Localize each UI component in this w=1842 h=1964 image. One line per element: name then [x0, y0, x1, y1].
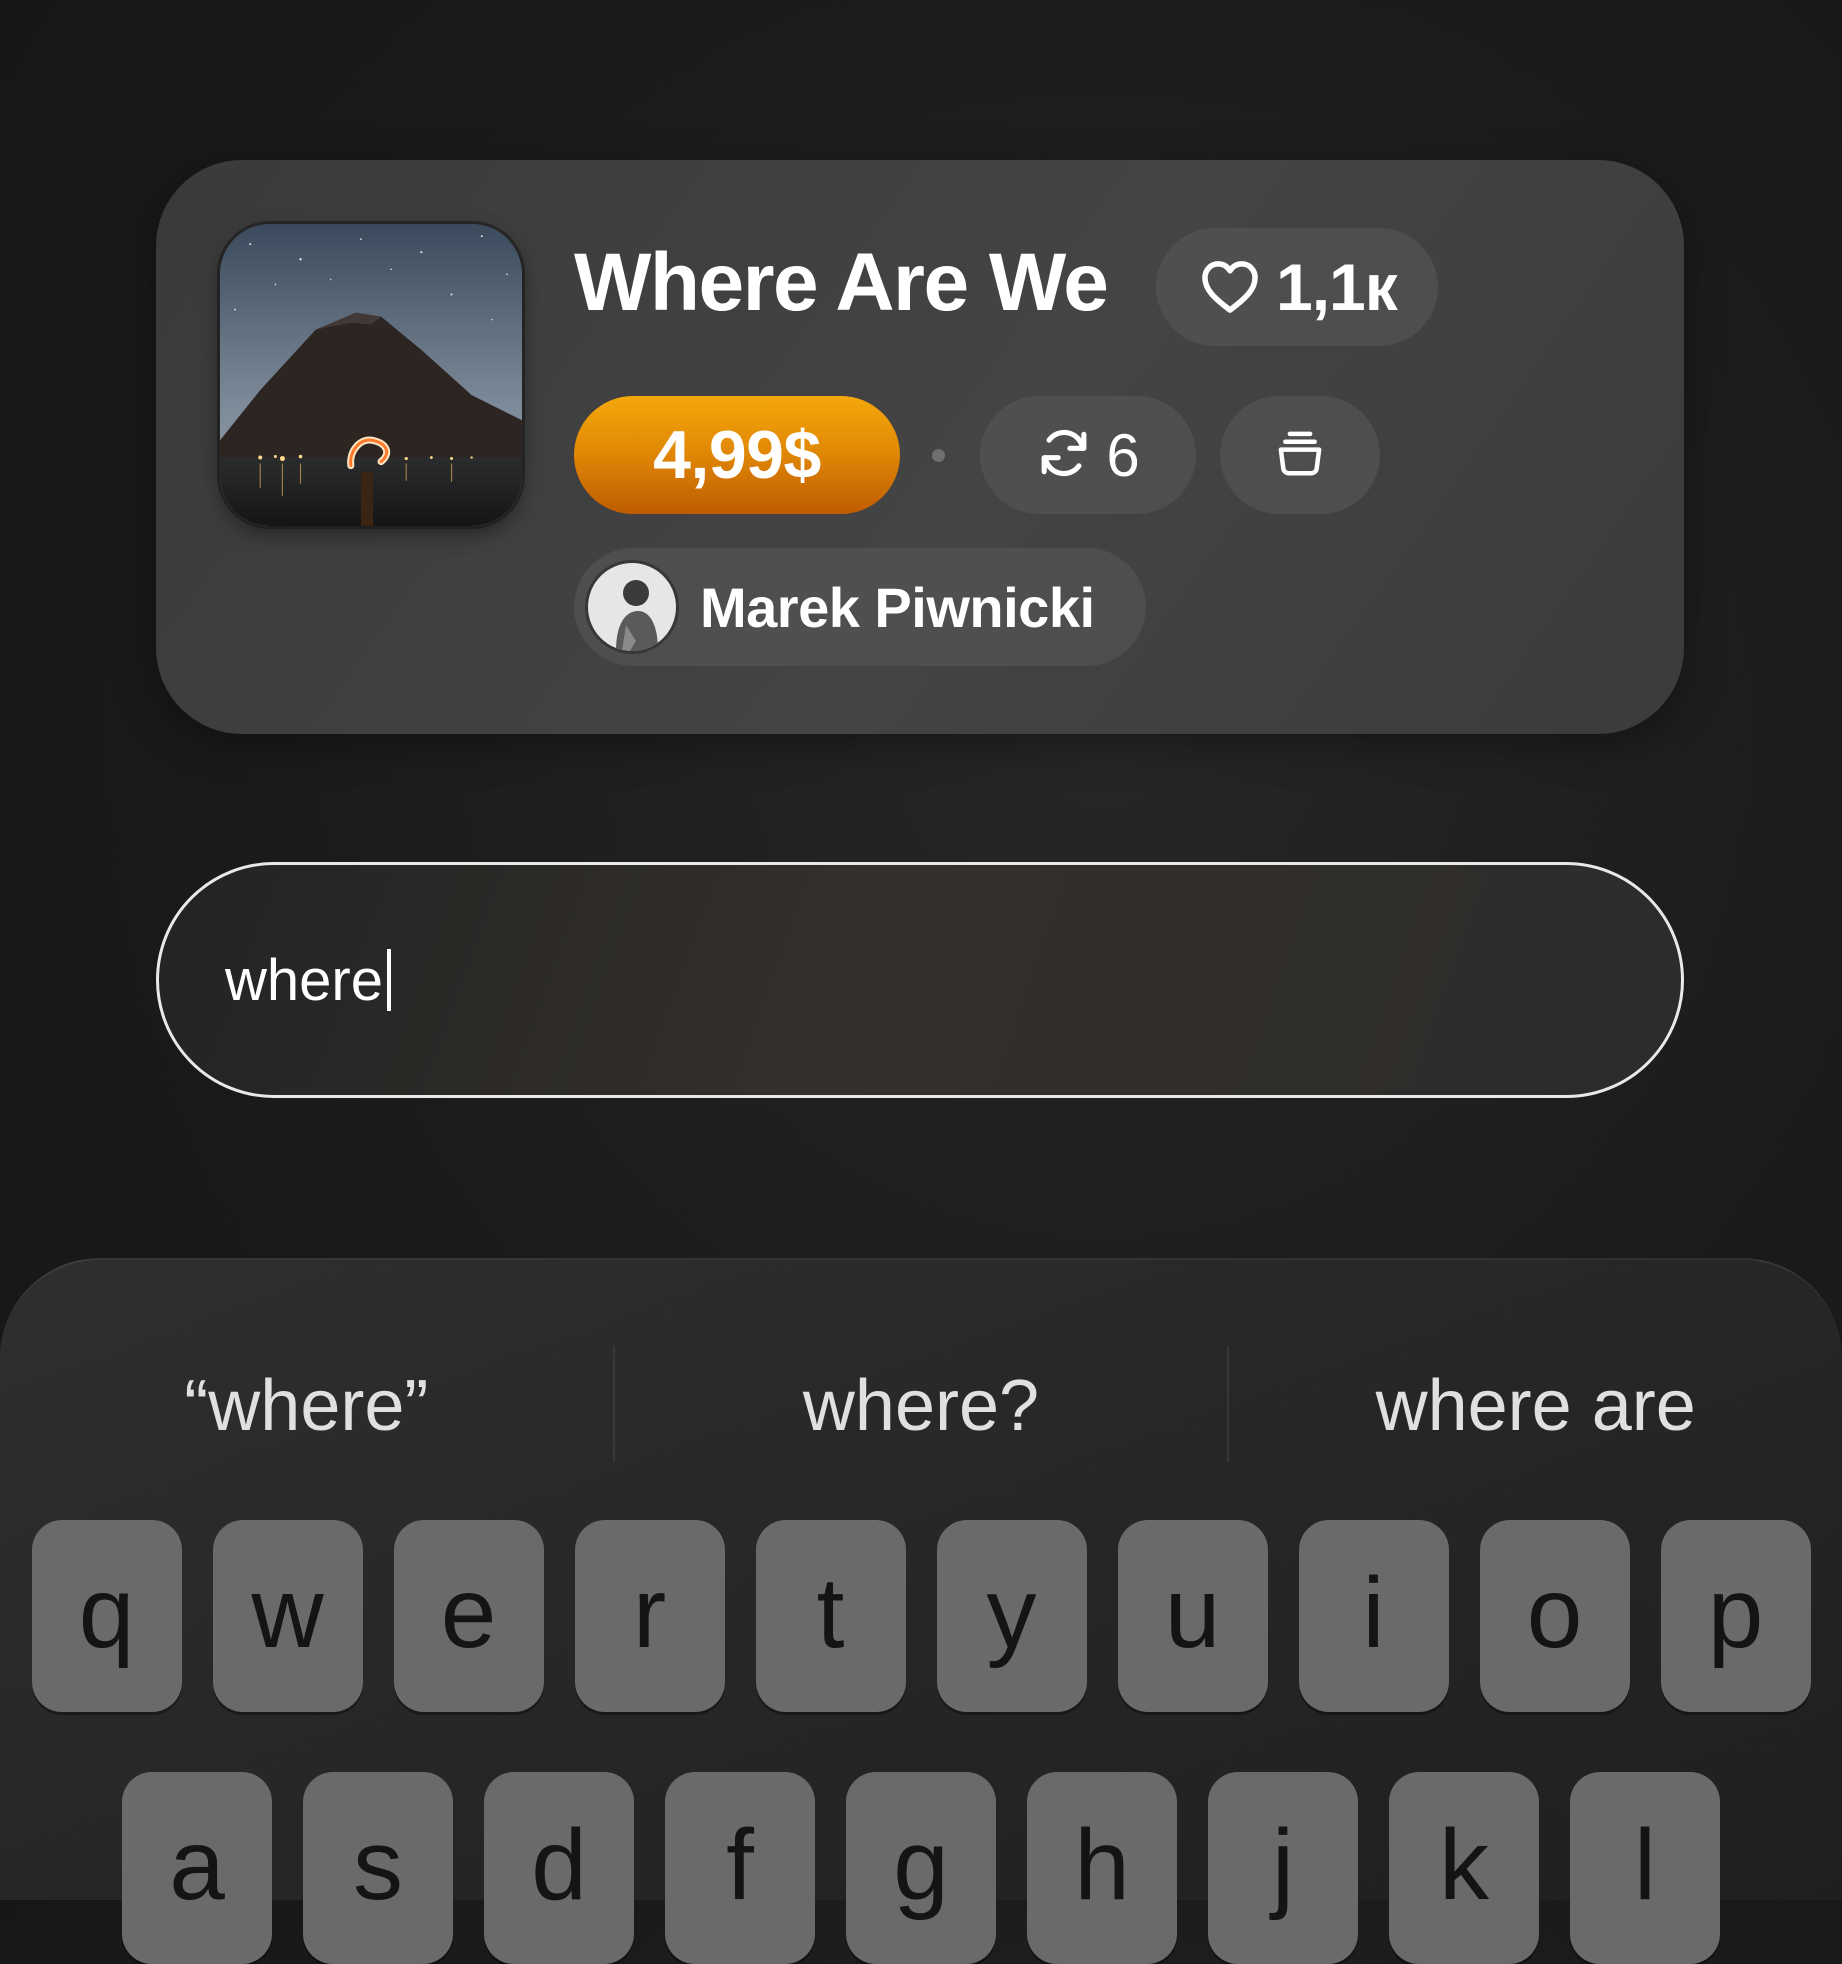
- price-button[interactable]: 4,99$: [574, 396, 900, 514]
- key-l[interactable]: l: [1570, 1772, 1720, 1964]
- key-row-2: a s d f g h j k l: [0, 1772, 1842, 1964]
- key-a[interactable]: a: [122, 1772, 272, 1964]
- key-d[interactable]: d: [484, 1772, 634, 1964]
- key-k[interactable]: k: [1389, 1772, 1539, 1964]
- repeat-icon: [1036, 425, 1092, 486]
- cover-artwork: [220, 224, 522, 526]
- key-w[interactable]: w: [212, 1520, 363, 1712]
- key-row-1: q w e r t y u i o p: [0, 1520, 1842, 1712]
- key-e[interactable]: e: [393, 1520, 544, 1712]
- author-button[interactable]: Marek Piwnicki: [574, 548, 1146, 666]
- suggestion-quoted[interactable]: “where”: [0, 1346, 613, 1466]
- key-h[interactable]: h: [1027, 1772, 1177, 1964]
- key-p[interactable]: p: [1660, 1520, 1811, 1712]
- key-u[interactable]: u: [1117, 1520, 1268, 1712]
- heart-icon: [1198, 256, 1262, 319]
- reposts-count: 6: [1106, 421, 1140, 489]
- keyboard: “where” where? where are q w e r t y u i…: [0, 1258, 1842, 1964]
- key-s[interactable]: s: [303, 1772, 453, 1964]
- likes-button[interactable]: 1,1к: [1156, 228, 1438, 346]
- search-input[interactable]: where: [156, 862, 1684, 1098]
- suggestion-question[interactable]: where?: [615, 1346, 1228, 1466]
- likes-count: 1,1к: [1276, 250, 1398, 324]
- key-j[interactable]: j: [1208, 1772, 1358, 1964]
- song-title: Where Are We: [574, 237, 1109, 328]
- key-o[interactable]: o: [1479, 1520, 1630, 1712]
- suggestion-where-are[interactable]: where are: [1229, 1346, 1842, 1466]
- search-input-value: where: [225, 947, 383, 1013]
- stack-icon: [1273, 426, 1327, 485]
- cover-image[interactable]: [220, 224, 522, 526]
- key-f[interactable]: f: [665, 1772, 815, 1964]
- key-y[interactable]: y: [936, 1520, 1087, 1712]
- key-q[interactable]: q: [31, 1520, 182, 1712]
- save-button[interactable]: [1220, 396, 1380, 514]
- avatar-portrait: [588, 563, 676, 651]
- reposts-button[interactable]: 6: [980, 396, 1196, 514]
- key-r[interactable]: r: [574, 1520, 725, 1712]
- author-name: Marek Piwnicki: [700, 575, 1095, 639]
- product-card: Where Are We 1,1к 4,99$ 6 Marek Piwnicki: [156, 160, 1684, 734]
- key-t[interactable]: t: [755, 1520, 906, 1712]
- text-caret: [386, 949, 391, 1011]
- suggestion-bar: “where” where? where are: [0, 1346, 1842, 1466]
- key-i[interactable]: i: [1298, 1520, 1449, 1712]
- separator-dot: [932, 449, 945, 462]
- avatar: [588, 563, 676, 651]
- key-g[interactable]: g: [846, 1772, 996, 1964]
